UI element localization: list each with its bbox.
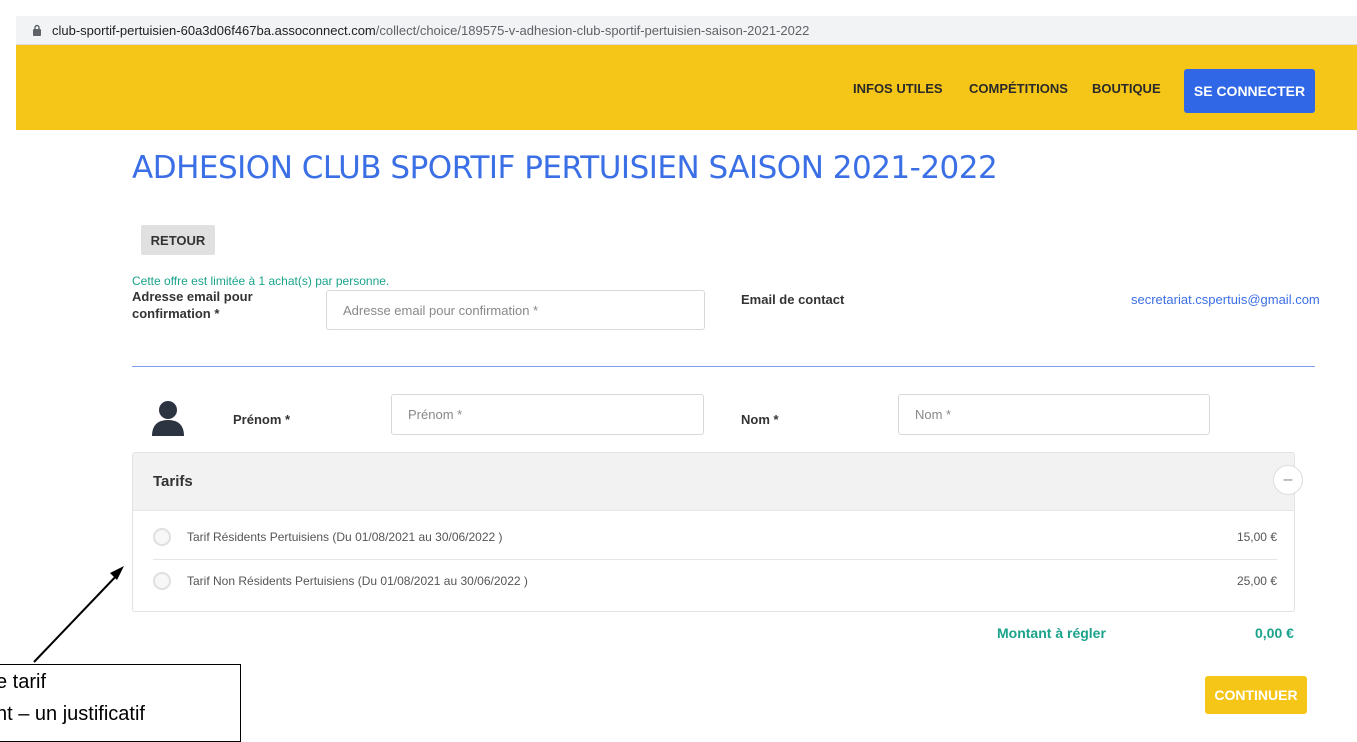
site-header: INFOS UTILES COMPÉTITIONS BOUTIQUE [16,45,1357,130]
url-host: club-sportif-pertuisien-60a3d06f467ba.as… [52,22,376,38]
amount-value: 0,00 € [1255,625,1294,641]
annotation-line-1: e tarif [0,671,47,693]
tarif-label: Tarif Non Résidents Pertuisiens (Du 01/0… [187,574,528,588]
person-icon [150,400,186,438]
tarifs-panel-header: Tarifs [133,453,1294,511]
radio-button[interactable] [153,572,171,590]
radio-button[interactable] [153,528,171,546]
firstname-field[interactable]: Prénom * [391,394,704,435]
contact-email-link[interactable]: secretariat.cspertuis@gmail.com [1131,292,1320,307]
firstname-label: Prénom * [233,412,291,427]
url-path: /collect/choice/189575-v-adhesion-club-s… [375,22,810,38]
contact-email-label: Email de contact [741,292,845,307]
tarif-price: 25,00 € [1236,574,1277,588]
lastname-field[interactable]: Nom * [898,394,1210,435]
login-button[interactable]: SE CONNECTER [1184,69,1315,113]
continue-button[interactable]: CONTINUER [1205,676,1307,714]
purchase-limit-note: Cette offre est limitée à 1 achat(s) par… [132,274,390,288]
nav-competitions[interactable]: COMPÉTITIONS [969,81,1068,96]
lastname-placeholder: Nom * [915,407,952,422]
page-title: ADHESION CLUB SPORTIF PERTUISIEN SAISON … [132,150,998,186]
email-label: Adresse email pour confirmation * [132,289,253,321]
nav-boutique[interactable]: BOUTIQUE [1092,81,1161,96]
section-divider [132,366,1315,367]
page: club-sportif-pertuisien-60a3d06f467ba.as… [0,0,1357,742]
lock-icon [28,21,46,39]
tarif-row-residents[interactable]: Tarif Résidents Pertuisiens (Du 01/08/20… [153,517,1277,557]
back-button[interactable]: RETOUR [141,225,215,255]
tarif-label: Tarif Résidents Pertuisiens (Du 01/08/20… [187,530,503,544]
address-bar[interactable]: club-sportif-pertuisien-60a3d06f467ba.as… [16,16,1357,45]
email-field[interactable]: Adresse email pour confirmation * [326,290,705,330]
email-placeholder: Adresse email pour confirmation * [343,302,539,318]
row-divider [153,559,1277,560]
annotation-callout: e tarif nt – un justificatif [0,664,241,742]
firstname-placeholder: Prénom * [408,407,463,422]
nav-infos-utiles[interactable]: INFOS UTILES [853,81,943,96]
tarif-price: 15,00 € [1236,530,1277,544]
collapse-tarifs-button[interactable]: – [1273,465,1303,495]
tarifs-panel: Tarifs Tarif Résidents Pertuisiens (Du 0… [132,452,1295,612]
tarifs-title: Tarifs [153,473,193,490]
amount-label: Montant à régler [997,625,1106,641]
annotation-line-2: nt – un justificatif [0,703,145,725]
tarif-row-non-residents[interactable]: Tarif Non Résidents Pertuisiens (Du 01/0… [153,561,1277,601]
lastname-label: Nom * [741,412,779,427]
